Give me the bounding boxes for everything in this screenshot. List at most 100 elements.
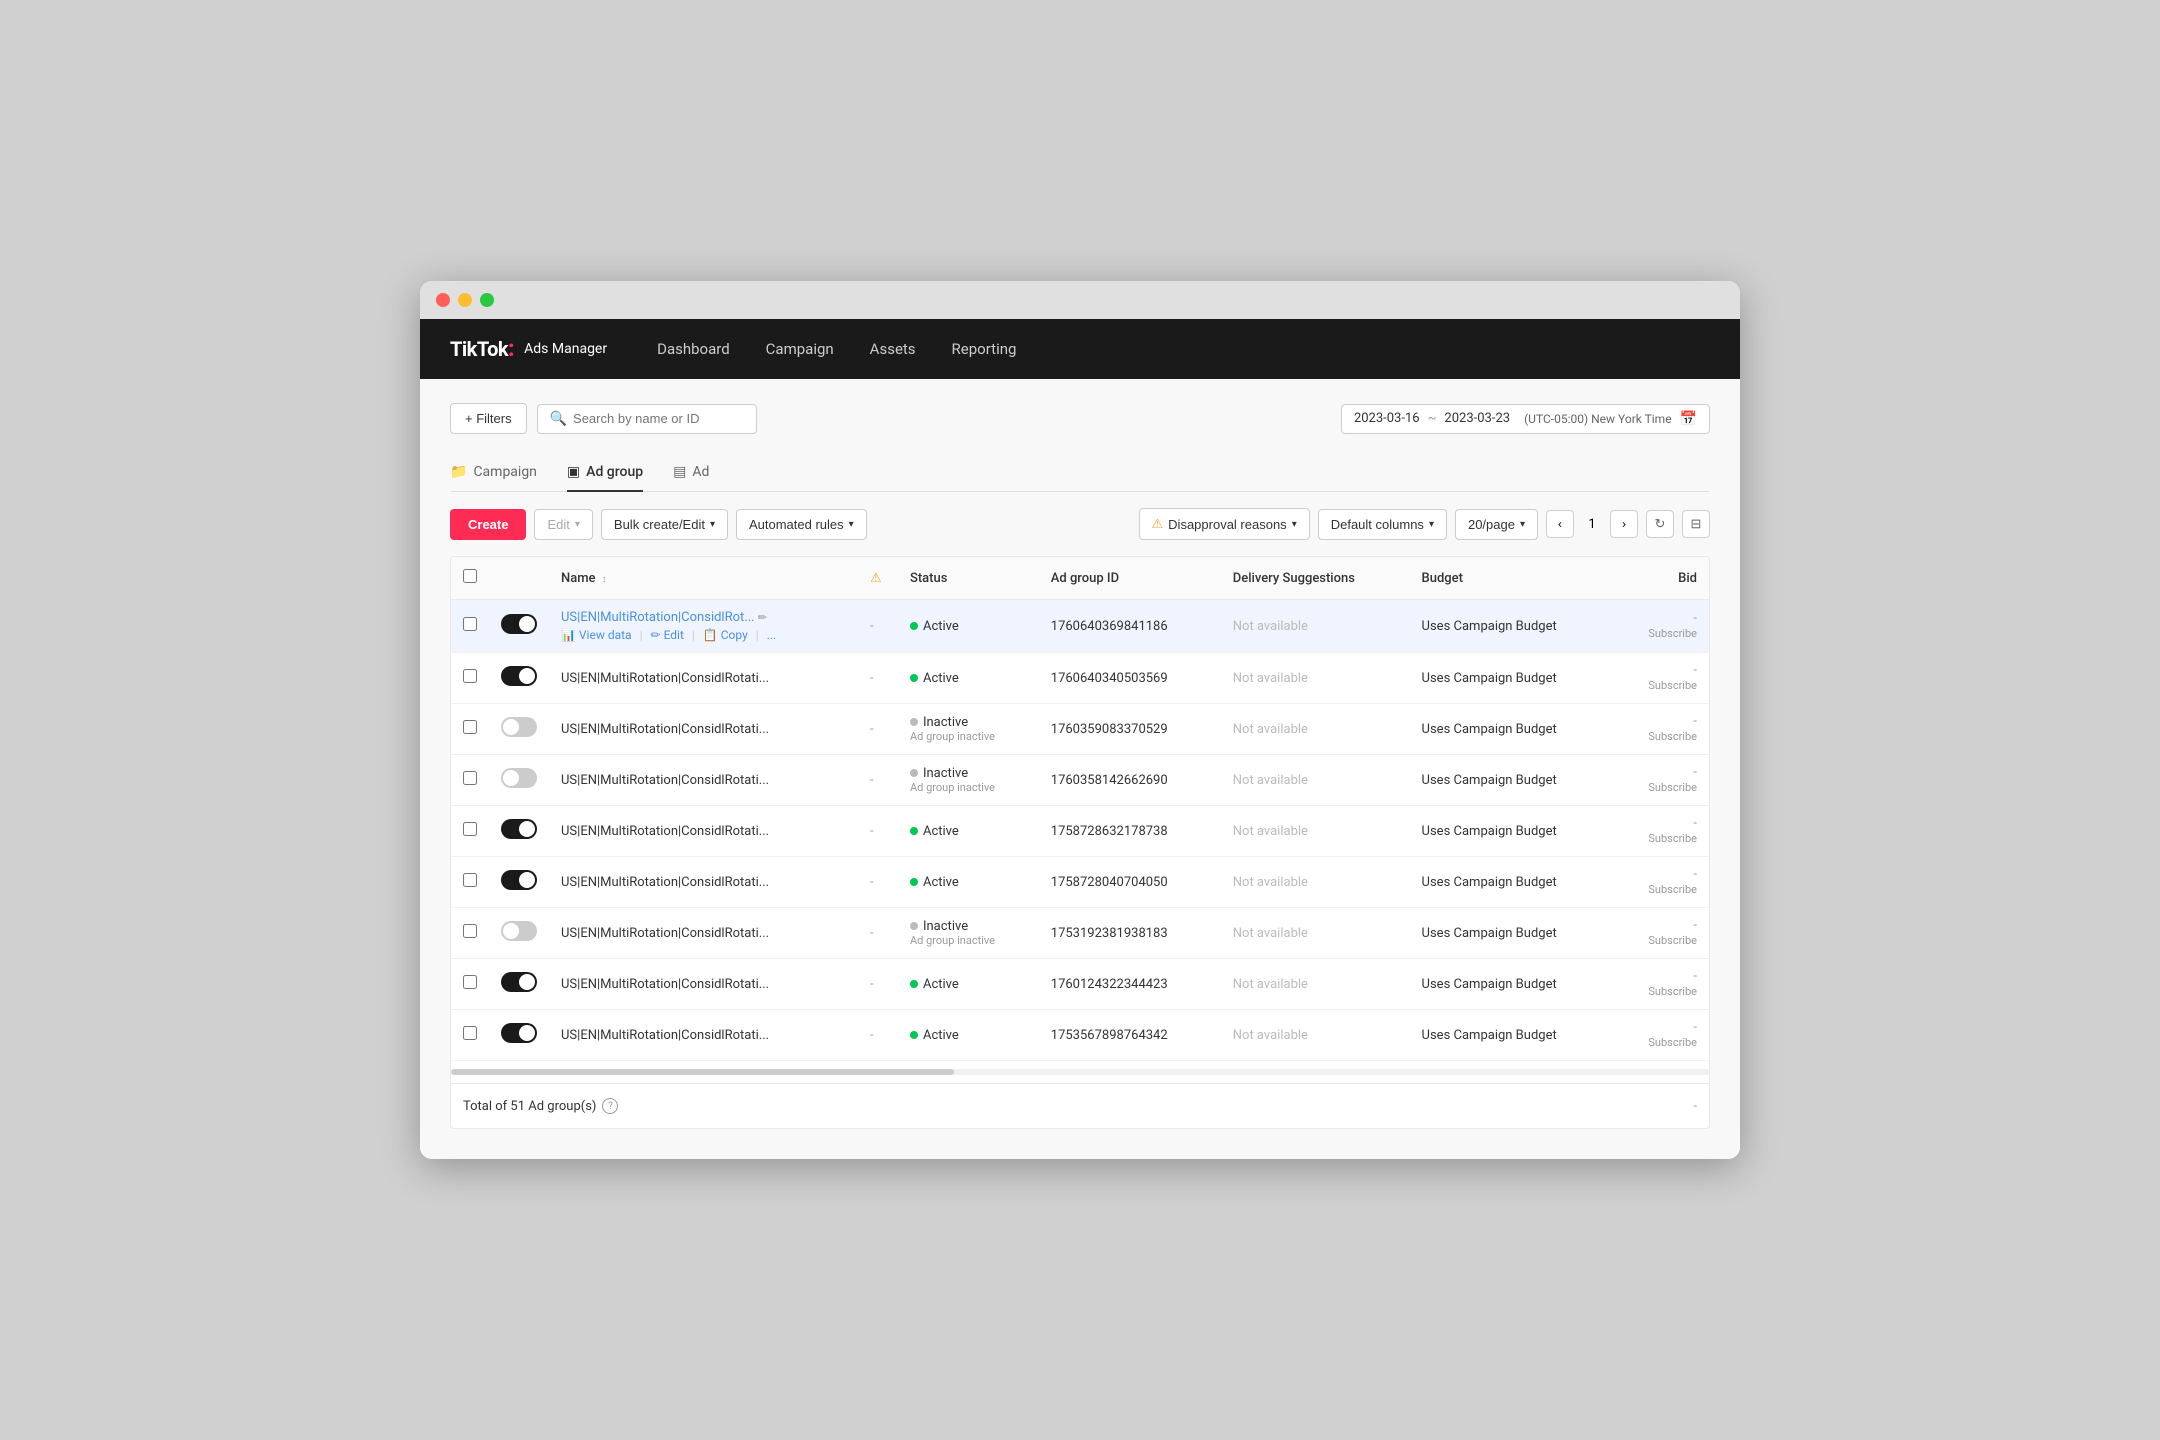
tab-adgroup[interactable]: ▣ Ad group xyxy=(567,454,643,492)
help-icon[interactable]: ? xyxy=(602,1098,618,1114)
ad-name: US|EN|MultiRotation|ConsidlRotati... xyxy=(561,875,769,890)
right-actions: ⚠ Disapproval reasons ▾ Default columns … xyxy=(1139,508,1710,540)
nav-assets[interactable]: Assets xyxy=(870,340,916,358)
subscribe-text[interactable]: Subscribe xyxy=(1648,730,1697,743)
row-toggle[interactable] xyxy=(501,666,537,686)
next-page-button[interactable]: › xyxy=(1610,510,1638,538)
rules-button[interactable]: Automated rules ▾ xyxy=(736,509,867,540)
titlebar xyxy=(420,281,1740,319)
ad-name-link[interactable]: US|EN|MultiRotation|ConsidlRot... ✏ xyxy=(561,610,767,625)
row-checkbox[interactable] xyxy=(463,873,477,887)
subscribe-text[interactable]: Subscribe xyxy=(1648,883,1697,896)
edit-chevron-icon: ▾ xyxy=(575,519,580,530)
subscribe-text[interactable]: Subscribe xyxy=(1648,627,1697,640)
row-toggle[interactable] xyxy=(501,972,537,992)
bid-dash: - xyxy=(1693,663,1697,678)
name-sort-icon[interactable]: ↕ xyxy=(602,574,607,585)
view-data-link[interactable]: 📊 View data xyxy=(561,628,632,642)
row-toggle[interactable] xyxy=(501,768,537,788)
maximize-dot[interactable] xyxy=(480,293,494,307)
row-toggle[interactable] xyxy=(501,614,537,634)
row-checkbox[interactable] xyxy=(463,617,477,631)
footer-total: Total of 51 Ad group(s) ? xyxy=(463,1098,618,1114)
row-toggle[interactable] xyxy=(501,717,537,737)
row-checkbox[interactable] xyxy=(463,975,477,989)
th-name: Name ↕ xyxy=(549,557,858,600)
navbar: TikTok: Ads Manager Dashboard Campaign A… xyxy=(420,319,1740,379)
subscribe-text[interactable]: Subscribe xyxy=(1648,832,1697,845)
row-checkbox[interactable] xyxy=(463,1026,477,1040)
th-budget: Budget xyxy=(1410,557,1616,600)
th-bid: Bid xyxy=(1615,557,1709,600)
refresh-button[interactable]: ↻ xyxy=(1646,510,1674,538)
status-text: Active xyxy=(923,671,959,686)
row-toggle[interactable] xyxy=(501,1023,537,1043)
row-checkbox[interactable] xyxy=(463,822,477,836)
delivery-text: Not available xyxy=(1233,773,1308,788)
edit-link[interactable]: ✏ Edit xyxy=(651,628,684,642)
nav-dashboard[interactable]: Dashboard xyxy=(657,340,730,358)
nav-links: Dashboard Campaign Assets Reporting xyxy=(657,340,1016,358)
nav-campaign[interactable]: Campaign xyxy=(766,340,834,358)
subscribe-text[interactable]: Subscribe xyxy=(1648,934,1697,947)
ad-name: US|EN|MultiRotation|ConsidlRotati... xyxy=(561,824,769,839)
page-number: 1 xyxy=(1578,510,1606,538)
create-button[interactable]: Create xyxy=(450,509,526,540)
date-range[interactable]: 2023-03-16 ~ 2023-03-23 (UTC-05:00) New … xyxy=(1341,404,1710,434)
delivery-text: Not available xyxy=(1233,875,1308,890)
prev-page-button[interactable]: ‹ xyxy=(1546,510,1574,538)
columns-button[interactable]: Default columns ▾ xyxy=(1318,509,1447,540)
calendar-icon[interactable]: 📅 xyxy=(1680,411,1697,427)
tab-campaign[interactable]: 📁 Campaign xyxy=(450,454,537,492)
tab-ad[interactable]: ▤ Ad xyxy=(673,454,709,492)
warning-cell: - xyxy=(870,1028,874,1043)
th-adgroupid: Ad group ID xyxy=(1039,557,1221,600)
subscribe-text[interactable]: Subscribe xyxy=(1648,985,1697,998)
disapproval-button[interactable]: ⚠ Disapproval reasons ▾ xyxy=(1139,508,1310,540)
adgroup-id: 1760640369841186 xyxy=(1051,619,1168,634)
footer-bid-total: - xyxy=(1693,1099,1697,1114)
bulk-chevron-icon: ▾ xyxy=(710,519,715,530)
subscribe-text[interactable]: Subscribe xyxy=(1648,679,1697,692)
warning-cell: - xyxy=(870,773,874,788)
row-toggle[interactable] xyxy=(501,870,537,890)
subscribe-text[interactable]: Subscribe xyxy=(1648,781,1697,794)
budget-text: Uses Campaign Budget xyxy=(1422,926,1557,941)
adgroup-id: 1760358142662690 xyxy=(1051,773,1168,788)
edit-inline-icon[interactable]: ✏ xyxy=(758,611,767,624)
row-actions: 📊 View data | ✏ Edit | 📋 Copy | ... xyxy=(561,628,846,642)
nav-reporting[interactable]: Reporting xyxy=(952,340,1017,358)
row-toggle[interactable] xyxy=(501,819,537,839)
minimize-dot[interactable] xyxy=(458,293,472,307)
copy-link[interactable]: 📋 Copy xyxy=(703,628,748,642)
search-input[interactable] xyxy=(573,411,744,426)
edit-label: Edit xyxy=(547,517,569,532)
close-dot[interactable] xyxy=(436,293,450,307)
scrollbar-thumb[interactable] xyxy=(451,1069,954,1075)
rules-chevron-icon: ▾ xyxy=(849,519,854,530)
row-checkbox[interactable] xyxy=(463,924,477,938)
export-button[interactable]: ⊟ xyxy=(1682,510,1710,538)
row-checkbox[interactable] xyxy=(463,720,477,734)
edit-button[interactable]: Edit ▾ xyxy=(534,509,592,540)
scrollbar-track[interactable] xyxy=(451,1069,1709,1075)
status-sub: Ad group inactive xyxy=(910,730,1027,743)
filter-button[interactable]: + Filters xyxy=(450,403,527,434)
delivery-text: Not available xyxy=(1233,619,1308,634)
row-toggle[interactable] xyxy=(501,921,537,941)
action-row: Create Edit ▾ Bulk create/Edit ▾ Automat… xyxy=(450,508,1710,540)
status-text: Active xyxy=(923,1028,959,1043)
select-all-checkbox[interactable] xyxy=(463,569,477,583)
more-link[interactable]: ... xyxy=(767,628,777,642)
row-checkbox[interactable] xyxy=(463,771,477,785)
th-status: Status xyxy=(898,557,1039,600)
row-checkbox[interactable] xyxy=(463,669,477,683)
status-sub: Ad group inactive xyxy=(910,934,1027,947)
table-row: US|EN|MultiRotation|ConsidlRotati...-Act… xyxy=(451,857,1709,908)
table-row: US|EN|MultiRotation|ConsidlRotati...-Act… xyxy=(451,806,1709,857)
subscribe-text[interactable]: Subscribe xyxy=(1648,1036,1697,1049)
perpage-button[interactable]: 20/page ▾ xyxy=(1455,509,1538,540)
ad-name: US|EN|MultiRotation|ConsidlRotati... xyxy=(561,1028,769,1043)
tab-ad-label: Ad xyxy=(692,464,709,480)
bulk-button[interactable]: Bulk create/Edit ▾ xyxy=(601,509,728,540)
